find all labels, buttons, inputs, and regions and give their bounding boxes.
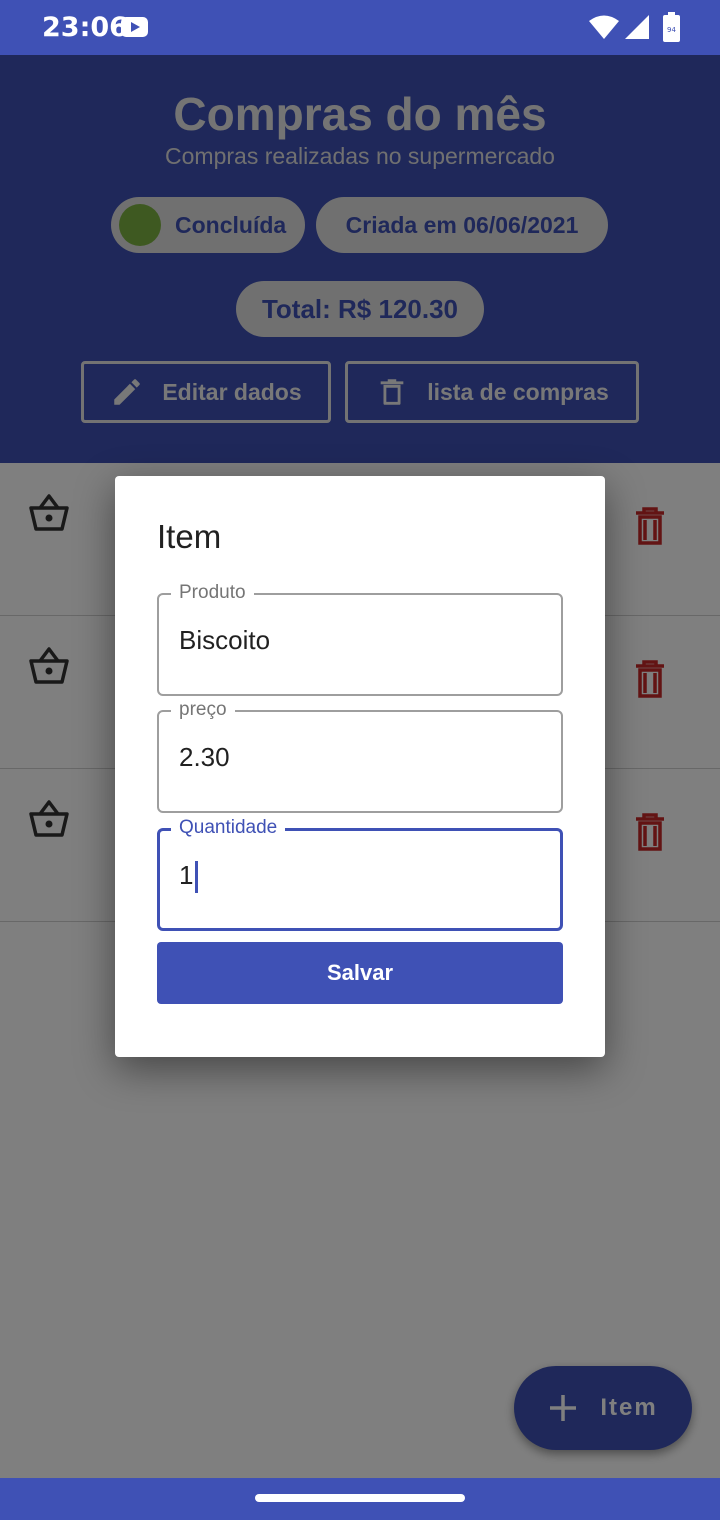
youtube-notification-icon xyxy=(121,17,148,37)
preco-field[interactable]: preço xyxy=(157,698,563,813)
produto-label: Produto xyxy=(171,581,254,605)
wifi-icon xyxy=(589,15,619,39)
preco-input[interactable] xyxy=(179,742,539,773)
quantidade-label: Quantidade xyxy=(171,816,286,840)
quantidade-value: 1 xyxy=(179,860,194,890)
item-dialog: Item Produto preço Quantidade 1 Salvar xyxy=(115,476,605,1057)
quantidade-field[interactable]: Quantidade 1 xyxy=(157,816,563,931)
battery-level: 94 xyxy=(667,26,676,34)
status-bar: 23:06 94 xyxy=(0,0,720,55)
produto-field[interactable]: Produto xyxy=(157,581,563,696)
navigation-bar xyxy=(0,1478,720,1520)
home-gesture-pill[interactable] xyxy=(255,1494,465,1502)
text-cursor xyxy=(195,861,199,894)
save-button[interactable]: Salvar xyxy=(157,942,563,1004)
battery-icon: 94 xyxy=(663,12,680,42)
produto-input[interactable] xyxy=(179,625,539,656)
preco-label: preço xyxy=(171,698,235,722)
quantidade-input[interactable]: 1 xyxy=(179,860,539,894)
signal-icon xyxy=(625,15,649,39)
status-time: 23:06 xyxy=(42,12,128,43)
dialog-title: Item xyxy=(157,518,222,555)
